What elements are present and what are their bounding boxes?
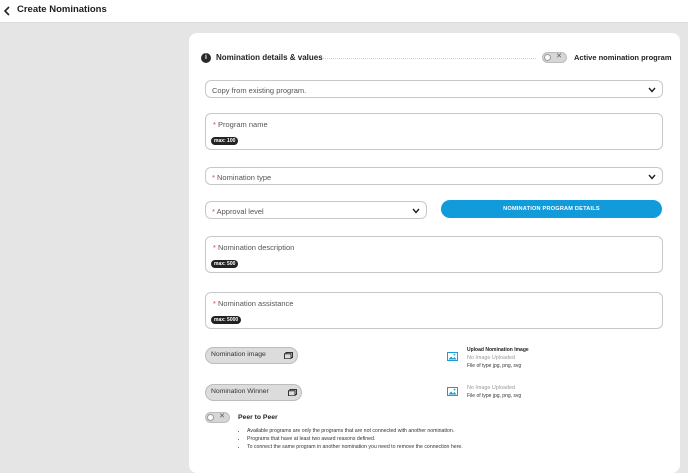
peer-to-peer-title: Peer to Peer [238,414,278,421]
approval-level-label: * Approval level [212,207,264,216]
toggle-off-icon: ✕ [556,53,562,60]
chevron-down-icon [648,174,656,180]
nomination-description-text: Nomination description [218,243,295,252]
image-status: No Image Uploaded [467,355,515,361]
required-mark: * [212,173,215,182]
section-title: Nomination details & values [216,53,323,62]
required-mark: * [213,120,216,129]
nomination-assistance-text: Nomination assistance [218,299,294,308]
back-arrow-icon[interactable] [2,4,14,18]
list-item: Available programs are only the programs… [247,427,463,435]
nomination-winner-button-label: Nomination Winner [211,388,269,395]
max-length-badge: max: 500 [211,260,239,268]
nomination-description-field[interactable]: * Nomination description max: 500 [205,236,663,273]
page-title: Create Nominations [17,4,107,15]
approval-level-select[interactable]: * Approval level [205,201,427,219]
image-placeholder-icon [447,387,458,396]
nomination-program-details-button[interactable]: NOMINATION PROGRAM DETAILS [441,200,662,218]
max-length-badge: max: 5000 [211,316,242,324]
active-program-toggle[interactable]: ✕ [542,52,567,63]
required-mark: * [213,299,216,308]
nomination-image-button[interactable]: Nomination image [205,347,298,364]
active-program-label: Active nomination program [574,53,672,62]
list-item: Programs that have at least two award re… [247,435,463,443]
required-mark: * [213,243,216,252]
image-placeholder-icon [447,352,458,361]
copy-program-value: Copy from existing program. [212,86,307,95]
chevron-down-icon [648,87,656,93]
gallery-icon [284,352,293,359]
nomination-type-text: Nomination type [217,173,272,182]
nomination-winner-button[interactable]: Nomination Winner [205,384,302,401]
toggle-off-icon: ✕ [219,413,225,420]
toggle-knob [544,54,551,61]
nomination-image-button-label: Nomination image [211,351,266,358]
max-length-badge: max: 100 [211,137,239,145]
image-file-types: File of type jpg, png, svg [467,363,522,369]
peer-notes-list: Available programs are only the programs… [236,427,463,452]
divider [322,58,536,59]
nomination-assistance-label: * Nomination assistance [213,299,293,308]
nomination-assistance-field[interactable]: * Nomination assistance max: 5000 [205,292,663,329]
program-name-text: Program name [218,120,268,129]
winner-file-types: File of type jpg, png, svg [467,393,522,399]
peer-to-peer-toggle[interactable]: ✕ [205,412,230,423]
top-bar: Create Nominations [0,0,688,23]
approval-level-text: Approval level [216,207,264,216]
chevron-down-icon [412,208,420,214]
nomination-description-label: * Nomination description [213,243,294,252]
nomination-type-label: * Nomination type [212,173,271,182]
required-mark: * [212,207,215,216]
copy-program-select[interactable]: Copy from existing program. [205,80,663,98]
program-name-field[interactable]: * Program name max: 100 [205,113,663,150]
info-icon: i [201,53,211,63]
nomination-type-select[interactable]: * Nomination type [205,167,663,185]
program-name-label: * Program name [213,120,268,129]
toggle-knob [207,414,214,421]
list-item: To connect the same program in another n… [247,443,463,451]
gallery-icon [288,389,297,396]
winner-image-status: No Image Uploaded [467,385,515,391]
upload-image-title: Upload Nomination Image [467,347,529,353]
